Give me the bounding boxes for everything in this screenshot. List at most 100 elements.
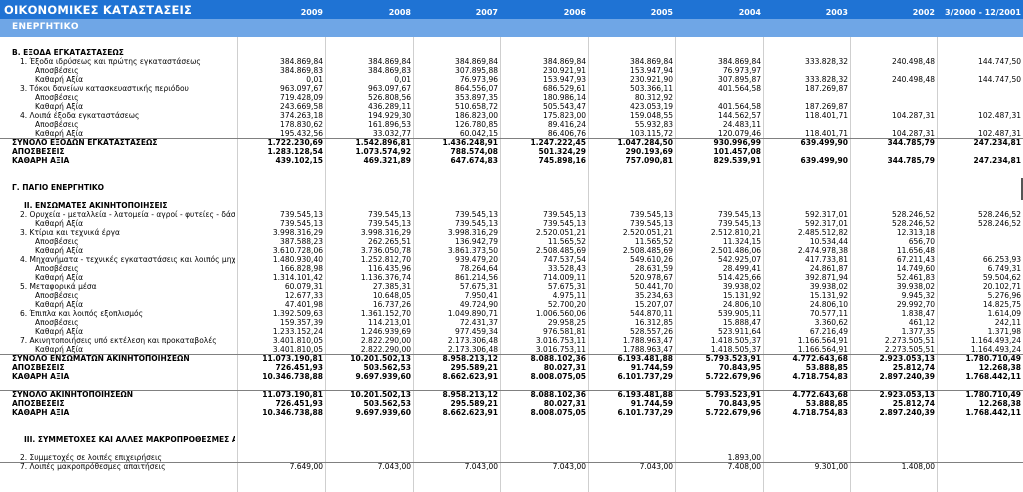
spacer-row <box>0 39 1023 48</box>
value-cell: 57.675,31 <box>547 282 586 291</box>
value-cell: 9.697.939,60 <box>355 408 411 417</box>
row-label: 3. Κτίρια και τεχνικά έργα <box>20 228 120 237</box>
value-cell: 861.214,56 <box>455 273 498 282</box>
value-cell: 53.888,85 <box>805 363 848 372</box>
table-row: Καθαρή Αξία 739.545,13 739.545,13 739.545,1… <box>0 219 1023 228</box>
value-cell: 1.780.710,49 <box>965 354 1021 363</box>
value-cell: 24.861,87 <box>809 264 848 273</box>
value-cell: 4.975,11 <box>552 291 586 300</box>
value-cell: 24.806,10 <box>809 300 848 309</box>
value-cell: 52.461,83 <box>896 273 935 282</box>
spacer-row <box>0 174 1023 183</box>
value-cell: 392.871,94 <box>805 273 848 282</box>
value-cell: 11.073.190,81 <box>262 390 323 399</box>
row-label: 5. Μεταφορικά μέσα <box>20 282 97 291</box>
value-cell: 57.675,31 <box>459 282 498 291</box>
table-row: Καθαρή Αξία 195.432,56 33.032,77 60.042,15 8… <box>0 129 1023 138</box>
value-cell: 5.722.679,96 <box>705 372 761 381</box>
spacer-row <box>0 444 1023 453</box>
value-cell: 639.499,90 <box>800 156 848 165</box>
value-cell: 1.136.376,74 <box>360 273 411 282</box>
row-label: ΚΑΘΑΡΗ ΑΞΙΑ <box>12 372 70 381</box>
value-cell: 104.287,31 <box>892 129 935 138</box>
value-cell: 7.649,00 <box>289 462 323 471</box>
year-header: 2003 <box>825 8 848 17</box>
value-cell: 505.543,47 <box>543 102 586 111</box>
value-cell: 7.043,00 <box>639 462 673 471</box>
value-cell: 118.401,71 <box>805 129 848 138</box>
value-cell: 8.958.213,12 <box>442 390 498 399</box>
table-row: ΣΥΝΟΛΟ ΑΚΙΝΗΤΟΠΟΙΗΣΕΩΝ 11.073.190,81 10.20… <box>0 390 1023 399</box>
value-cell: 27.385,31 <box>372 282 411 291</box>
value-cell: 384.869,84 <box>543 57 586 66</box>
value-cell: 76.973,96 <box>459 75 498 84</box>
value-cell: 52.700,20 <box>547 300 586 309</box>
value-cell: 126.780,85 <box>455 120 498 129</box>
value-cell: 739.545,13 <box>543 210 586 219</box>
row-label: Β. ΕΞΟΔΑ ΕΓΚΑΤΑΣΤΑΣΕΩΣ <box>12 48 124 57</box>
value-cell: 230.921,90 <box>630 75 673 84</box>
value-cell: 7.043,00 <box>552 462 586 471</box>
value-cell: 12.313,18 <box>896 228 935 237</box>
value-cell: 788.574,08 <box>450 147 498 156</box>
year-header: 2009 <box>300 8 323 17</box>
row-label: 4. Μηχανήματα - τεχνικές εγκαταστάσεις κ… <box>20 255 235 264</box>
value-cell: 11.073.190,81 <box>262 354 323 363</box>
value-cell: 864.556,07 <box>455 84 498 93</box>
year-header: 2004 <box>738 8 761 17</box>
value-cell: 9.945,32 <box>901 291 935 300</box>
value-cell: 333.828,32 <box>805 57 848 66</box>
row-label: Αποσβέσεις <box>35 291 79 300</box>
value-cell: 374.263,18 <box>280 111 323 120</box>
value-cell: 417.733,81 <box>805 255 848 264</box>
value-cell: 1.768.442,11 <box>965 372 1021 381</box>
value-cell: 384.869,84 <box>718 57 761 66</box>
value-cell: 102.487,31 <box>978 111 1021 120</box>
value-cell: 67.216,49 <box>809 327 848 336</box>
table-row: Καθαρή Αξία 1.314.101,42 1.136.376,74 861.2… <box>0 273 1023 282</box>
value-cell: 739.545,13 <box>455 210 498 219</box>
value-cell: 9.697.939,60 <box>355 372 411 381</box>
value-cell: 514.425,66 <box>718 273 761 282</box>
row-label: 4. Λοιπά έξοδα εγκαταστάσεως <box>20 111 140 120</box>
table-row: Καθαρή Αξία 243.669,58 436.289,11 510.658,7… <box>0 102 1023 111</box>
value-cell: 344.785,79 <box>887 156 935 165</box>
value-cell: 16.737,26 <box>372 300 411 309</box>
value-cell: 501.324,29 <box>538 147 586 156</box>
value-cell: 8.088.102,36 <box>530 354 586 363</box>
value-cell: 1.614,09 <box>987 309 1021 318</box>
value-cell: 1.542.896,81 <box>355 138 411 147</box>
value-cell: 977.459,34 <box>455 327 498 336</box>
value-cell: 1.166.564,91 <box>797 345 848 354</box>
value-cell: 1.047.284,50 <box>617 138 673 147</box>
value-cell: 1.780.710,49 <box>965 390 1021 399</box>
value-cell: 1.893,00 <box>727 453 761 462</box>
row-label: 6. Έπιπλα και λοιπός εξοπλισμός <box>20 309 144 318</box>
table-row: Καθαρή Αξία 3.610.728,06 3.736.050,78 3.861… <box>0 246 1023 255</box>
value-cell: 70.843,95 <box>718 363 761 372</box>
table-row: 4. Μηχανήματα - τεχνικές εγκαταστάσεις κ… <box>0 255 1023 264</box>
value-cell: 9.301,00 <box>814 462 848 471</box>
value-cell: 739.545,13 <box>718 210 761 219</box>
row-label: ΑΠΟΣΒΕΣΕΙΣ <box>12 147 65 156</box>
row-label: Αποσβέσεις <box>35 318 79 327</box>
value-cell: 80.027,31 <box>543 363 586 372</box>
value-cell: 5.793.523,91 <box>705 354 761 363</box>
table-row: 1. Έξοδα ιδρύσεως και πρώτης εγκαταστάσε… <box>0 57 1023 66</box>
value-cell: 11.565,52 <box>547 237 586 246</box>
value-cell: 67.211,43 <box>896 255 935 264</box>
value-cell: 1.392.509,63 <box>272 309 323 318</box>
value-cell: 247.234,81 <box>973 138 1021 147</box>
value-cell: 144.747,50 <box>978 75 1021 84</box>
value-cell: 1.436.248,91 <box>442 138 498 147</box>
value-cell: 387.588,23 <box>280 237 323 246</box>
value-cell: 91.744,59 <box>630 363 673 372</box>
table-row: 7. Λοιπές μακροπρόθεσμες απαιτήσεις 7.649… <box>0 462 1023 471</box>
row-label: ΚΑΘΑΡΗ ΑΞΙΑ <box>12 156 70 165</box>
spacer-row <box>0 426 1023 435</box>
value-cell: 24.483,11 <box>722 120 761 129</box>
value-cell: 528.557,26 <box>630 327 673 336</box>
value-cell: 25.812,74 <box>892 363 935 372</box>
value-cell: 10.346.738,88 <box>262 372 323 381</box>
value-cell: 503.562,53 <box>363 363 411 372</box>
